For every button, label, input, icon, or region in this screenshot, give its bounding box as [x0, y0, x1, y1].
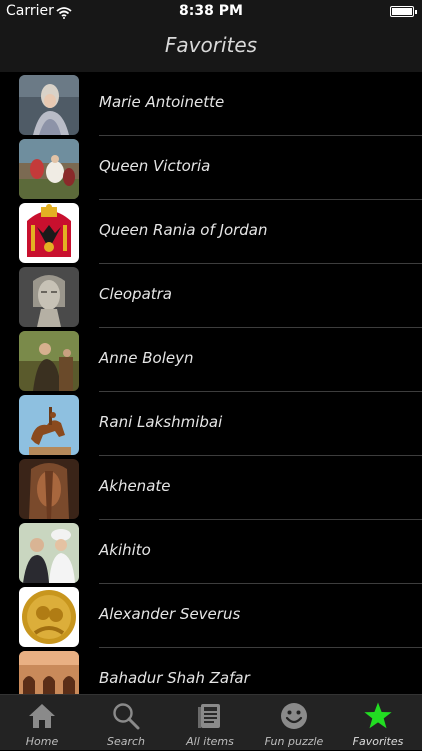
tab-fun-puzzle[interactable]: Fun puzzle [252, 695, 336, 751]
favorites-list[interactable]: Marie Antoinette Queen Victoria Queen Ra… [0, 72, 422, 694]
list-item-label: Cleopatra [99, 285, 173, 303]
list-item-label: Marie Antoinette [99, 93, 225, 111]
bust-thumbnail [19, 459, 79, 519]
list-item[interactable]: Queen Victoria [0, 136, 422, 200]
status-bar: Carrier 8:38 PM [0, 0, 422, 24]
portrait-thumbnail [19, 331, 79, 391]
emblem-thumbnail [19, 203, 79, 263]
battery-icon [390, 6, 417, 17]
list-item[interactable]: Marie Antoinette [0, 72, 422, 136]
search-icon [111, 701, 141, 731]
list-item[interactable]: Queen Rania of Jordan [0, 200, 422, 264]
book-icon [195, 701, 225, 731]
list-item[interactable]: Rani Lakshmibai [0, 392, 422, 456]
list-item-label: Akhenate [99, 477, 171, 495]
list-item[interactable]: Akihito [0, 520, 422, 584]
smiley-icon [279, 701, 309, 731]
tab-search[interactable]: Search [84, 695, 168, 751]
list-item[interactable]: Akhenate [0, 456, 422, 520]
statue-thumbnail [19, 395, 79, 455]
bust-thumbnail [19, 267, 79, 327]
portrait-thumbnail [19, 139, 79, 199]
building-thumbnail [19, 651, 79, 694]
list-item[interactable]: Anne Boleyn [0, 328, 422, 392]
photo-thumbnail [19, 523, 79, 583]
navigation-bar: Favorites [0, 24, 422, 72]
list-item-label: Anne Boleyn [99, 349, 194, 367]
tab-bar: Home Search All items Fun puzzle Favorit… [0, 694, 422, 750]
home-icon [27, 701, 57, 731]
tab-label: Fun puzzle [264, 735, 324, 748]
coin-thumbnail [19, 587, 79, 647]
portrait-thumbnail [19, 75, 79, 135]
tab-home[interactable]: Home [0, 695, 84, 751]
tab-label: Search [106, 735, 146, 748]
list-item-label: Akihito [99, 541, 151, 559]
clock: 8:38 PM [179, 3, 243, 19]
list-item-label: Alexander Severus [99, 605, 241, 623]
tab-label: Favorites [352, 735, 404, 748]
list-item-label: Bahadur Shah Zafar [99, 669, 250, 687]
tab-label: All items [186, 735, 234, 748]
list-item-label: Queen Victoria [99, 157, 211, 175]
tab-label: Home [25, 735, 59, 748]
tab-all-items[interactable]: All items [168, 695, 252, 751]
list-item-label: Queen Rania of Jordan [99, 221, 268, 239]
list-item[interactable]: Alexander Severus [0, 584, 422, 648]
star-icon [363, 701, 393, 731]
list-item[interactable]: Bahadur Shah Zafar [0, 648, 422, 694]
list-item[interactable]: Cleopatra [0, 264, 422, 328]
tab-favorites[interactable]: Favorites [336, 695, 420, 751]
list-item-label: Rani Lakshmibai [99, 413, 223, 431]
page-title: Favorites [164, 33, 258, 57]
